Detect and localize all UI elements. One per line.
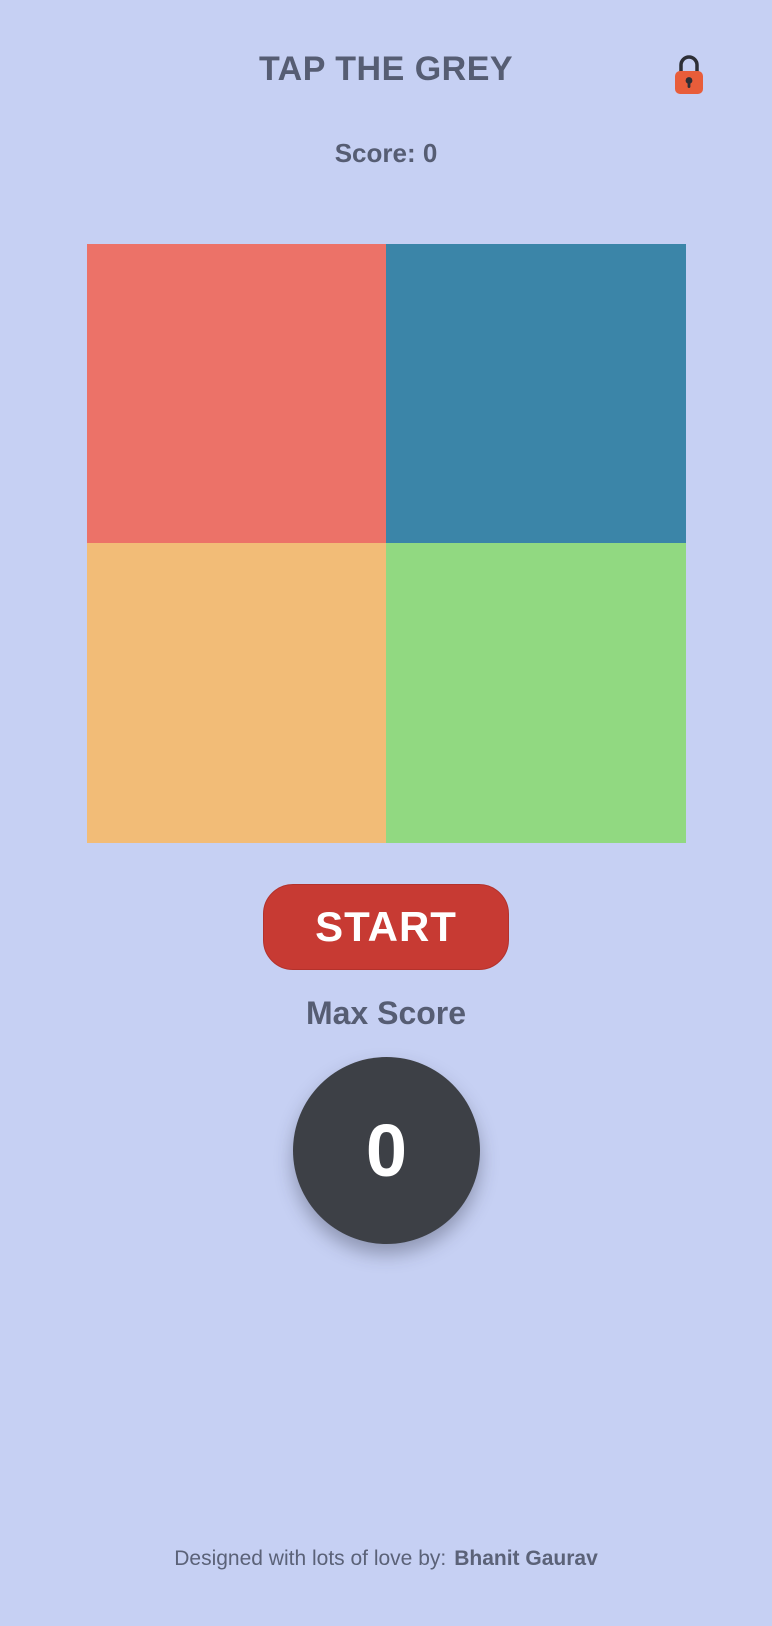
color-board [87, 244, 686, 843]
app-title: TAP THE GREY [258, 50, 514, 88]
max-score-value: 0 [365, 1109, 408, 1192]
max-score-label: Max Score [305, 995, 467, 1031]
score-display: Score: 0 [334, 138, 438, 168]
game-screen: TAP THE GREY Score: 0 START Max Score 0 … [0, 0, 772, 1626]
tile-green[interactable] [386, 543, 686, 843]
max-score-circle: 0 [293, 1057, 480, 1244]
footer-text: Designed with lots of love by: [174, 1547, 447, 1570]
tile-red[interactable] [87, 244, 386, 543]
footer-author: Bhanit Gaurav [454, 1547, 598, 1570]
tile-blue[interactable] [386, 244, 686, 543]
start-button[interactable]: START [263, 884, 509, 970]
padlock-icon[interactable] [672, 52, 706, 96]
footer-credit: Designed with lots of love by: Bhanit Gau… [0, 1547, 772, 1571]
tile-orange[interactable] [87, 543, 386, 843]
